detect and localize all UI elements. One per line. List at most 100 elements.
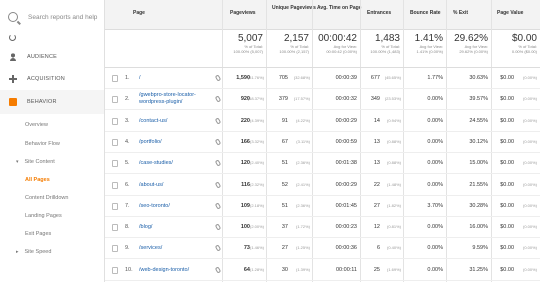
pageviews-pct: (2.18%) [249,202,264,208]
pageviews-pct: (3.32%) [249,138,264,144]
nav-behavior-flow[interactable]: Behavior Flow [0,135,104,153]
row-checkbox[interactable] [112,202,118,210]
nav-landing-pages[interactable]: Landing Pages [0,207,104,225]
exit-value: 30.28% [469,202,488,209]
page-value: $0.00 [500,224,514,231]
row-checkbox[interactable] [112,117,118,125]
bounce-rate-value: 0.00% [427,245,443,252]
nav-all-pages[interactable]: All Pages [0,171,104,189]
page-link[interactable]: /web-design-toronto/ [139,267,189,273]
search-box[interactable]: Search reports and help [0,0,104,34]
table-row[interactable]: 9./services/73 (1.46%) 27 (1.25%) 00:00:36 6(… [105,238,540,260]
row-index: 10. [125,266,133,273]
entrances-pct: (23.53%) [384,96,401,102]
unique-pageviews-value: 27 [281,245,288,252]
table-row[interactable]: 5./case-studies/120 (2.40%) 51 (2.36%) 00:01… [105,153,540,175]
total-sub: 0.00% ($0.00) [511,49,537,54]
page-value-pct: (0.00%) [522,75,537,80]
col-unique-pageviews[interactable]: Unique Pageviews [272,5,316,11]
bounce-rate-value: 0.00% [427,181,443,188]
bounce-rate-value: 0.00% [427,138,443,145]
external-link-icon[interactable] [214,266,222,274]
page-link[interactable]: /portfolio/ [139,139,162,145]
page-value-pct: (0.00%) [522,96,537,102]
page-link[interactable]: /blog/ [139,224,152,230]
search-icon [8,12,18,22]
page-value: $0.00 [500,181,514,188]
page-value: $0.00 [500,138,514,145]
entrances-pct: (0.40%) [386,245,401,251]
col-exit[interactable]: % Exit [453,10,468,16]
nav-acquisition[interactable]: ACQUISITION [0,68,104,90]
external-link-icon[interactable] [214,74,222,82]
nav-site-speed[interactable]: ▸ Site Speed [0,243,104,261]
row-checkbox[interactable] [112,224,118,232]
external-link-icon[interactable] [214,244,222,252]
pageviews-pct: (1.46%) [249,245,264,251]
page-link[interactable]: /about-us/ [139,182,163,188]
page-link[interactable]: / [139,75,141,81]
table-row[interactable]: 10./web-design-toronto/64 (1.28%) 30 (1.39%… [105,260,540,281]
entrances-pct: (1.69%) [386,266,401,272]
external-link-icon[interactable] [214,95,222,103]
total-cell: 00:00:42 Avg for View: 00:00:42 (0.00%) [318,33,357,54]
page-value: $0.00 [500,160,514,167]
page-link[interactable]: /services/ [139,245,162,251]
row-checkbox[interactable] [112,75,118,82]
row-index: 7. [125,202,130,209]
col-page[interactable]: Page [133,10,145,16]
total-value: $0.00 [511,33,537,44]
external-link-icon[interactable] [214,180,222,189]
acquisition-icon [9,75,17,83]
external-link-icon[interactable] [214,223,222,231]
row-checkbox[interactable] [112,245,118,253]
col-bounce-rate[interactable]: Bounce Rate [410,10,441,16]
col-page-value[interactable]: Page Value [497,10,523,16]
row-checkbox[interactable] [112,96,118,104]
row-checkbox[interactable] [112,138,118,146]
entrances-value: 13 [373,160,380,167]
page-link[interactable]: /case-studies/ [139,160,173,166]
page-link[interactable]: /contact-us/ [139,118,167,124]
table-row[interactable]: 3./contact-us/220 (4.39%) 91 (4.22%) 00:00:2… [105,111,540,132]
table-row[interactable]: 2. /gwebpro-store-locator-wordpress-plugi… [105,89,540,111]
unique-pageviews-value: 91 [281,117,288,124]
total-value: 1,483 [374,33,400,44]
entrances-value: 677 [370,75,380,81]
row-index: 2. [125,96,130,103]
page-link[interactable]: /seo-toronto/ [139,203,170,209]
scroll-indicator [0,34,104,46]
nav-audience[interactable]: AUDIENCE [0,46,104,68]
row-checkbox[interactable] [112,160,118,168]
col-entrances[interactable]: Entrances [367,10,391,16]
external-link-icon[interactable] [214,138,222,146]
table-row[interactable]: 6./about-us/116 (2.32%) 52 (2.41%) 00:00:29 2… [105,175,540,196]
external-link-icon[interactable] [214,202,222,210]
external-link-icon[interactable] [214,159,222,167]
page-value-pct: (0.00%) [522,138,537,144]
nav-overview[interactable]: Overview [0,114,104,135]
table-row[interactable]: 4./portfolio/166 (3.32%) 67 (3.11%) 00:00:59… [105,132,540,153]
nav-behavior[interactable]: BEHAVIOR [0,90,104,114]
nav-exit-pages[interactable]: Exit Pages [0,225,104,243]
table-row[interactable]: 1./1,590 (31.76%) 705 (32.68%) 00:00:39 677 (4… [105,68,540,89]
avg-time-value: 00:01:45 [335,202,357,209]
row-checkbox[interactable] [112,266,118,274]
total-cell: $0.00% of Total: 0.00% ($0.00) [512,33,537,54]
nav-site-content[interactable]: ▾ Site Content [0,153,104,171]
total-cell: 29.62% Avg for View: 29.62% (0.00%) [454,33,488,54]
pageviews-pct: (31.76%) [247,75,264,80]
entrances-pct: (0.88%) [386,160,401,166]
entrances-value: 13 [373,138,380,145]
exit-value: 39.57% [469,96,488,103]
row-checkbox[interactable] [112,181,118,189]
page-link[interactable]: /gwebpro-store-locator-wordpress-plugin/ [139,92,213,106]
col-avg-time[interactable]: Avg. Time on Page [317,5,361,11]
table-row[interactable]: 8./blog/100 (2.00%) 37 (1.72%) 00:00:23 12 (0.… [105,217,540,239]
col-pageviews[interactable]: Pageviews [230,10,256,16]
external-link-icon[interactable] [214,116,222,125]
exit-value: 30.12% [469,138,488,145]
table-row[interactable]: 7./seo-toronto/109 (2.18%) 51 (2.36%) 00:01:… [105,196,540,217]
nav-content-drilldown[interactable]: Content Drilldown [0,189,104,207]
unique-pageviews-pct: (2.41%) [295,181,310,187]
